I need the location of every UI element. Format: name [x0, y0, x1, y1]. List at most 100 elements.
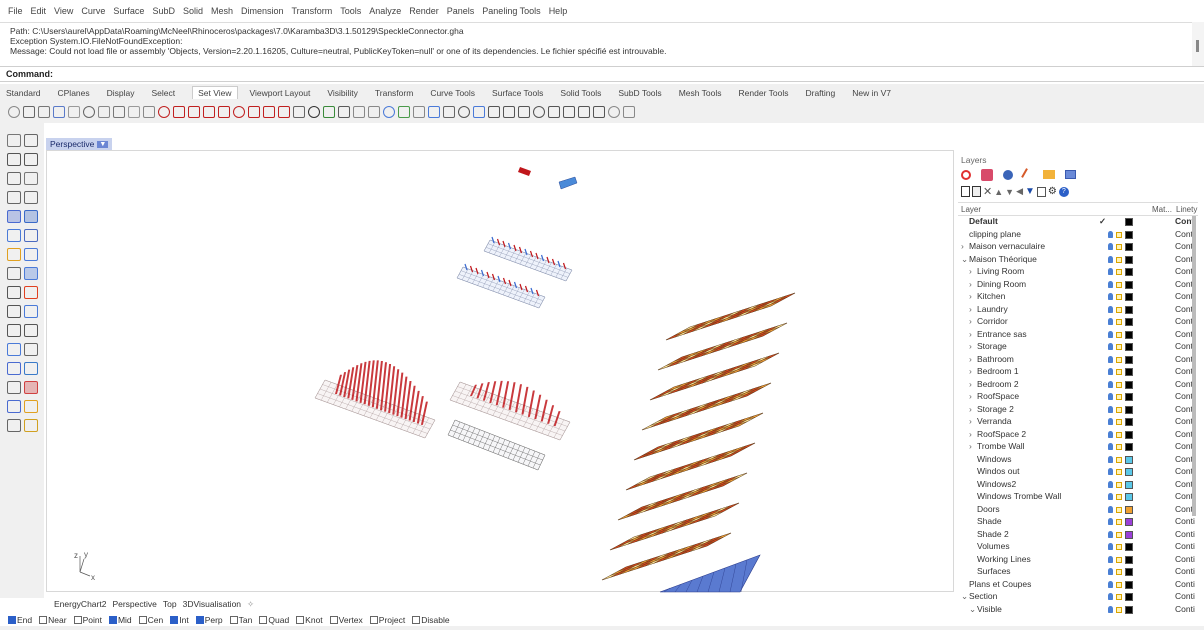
toolbar-tool-icon[interactable] — [38, 106, 50, 118]
chevron-right-icon[interactable]: › — [969, 329, 972, 339]
lightbulb-icon[interactable] — [1108, 330, 1113, 338]
osnap-cen[interactable]: Cen — [138, 615, 163, 625]
layer-color-swatch[interactable] — [1125, 593, 1133, 601]
lock-icon[interactable] — [1116, 306, 1122, 313]
layer-row[interactable]: Working Lines Conti — [958, 554, 1198, 567]
chevron-right-icon[interactable]: › — [969, 416, 972, 426]
move-parent-icon[interactable]: ◀ — [1016, 186, 1023, 197]
osnap-checkbox[interactable] — [170, 616, 179, 624]
layer-row[interactable]: Shade 2 Conti — [958, 529, 1198, 542]
lightbulb-icon[interactable] — [1108, 555, 1113, 563]
lock-icon[interactable] — [1116, 281, 1122, 288]
layer-color-swatch[interactable] — [1125, 555, 1133, 564]
toolbar-tool-icon[interactable] — [203, 106, 215, 118]
tab-mesh-tools[interactable]: Mesh Tools — [679, 88, 722, 98]
lightbulb-icon[interactable] — [1108, 280, 1113, 288]
menu-dimension[interactable]: Dimension — [241, 6, 284, 16]
left-tool-icon[interactable] — [7, 324, 21, 337]
layer-row[interactable]: › Living Room Conti — [958, 266, 1198, 279]
layer-row[interactable]: › Laundry Conti — [958, 304, 1198, 317]
layer-row[interactable]: › Bathroom Conti — [958, 354, 1198, 367]
layer-color-swatch[interactable] — [1125, 280, 1133, 289]
tab-drafting[interactable]: Drafting — [805, 88, 835, 98]
layer-row[interactable]: › Dining Room Conti — [958, 279, 1198, 292]
left-tool-icon[interactable] — [7, 343, 21, 356]
osnap-mid[interactable]: Mid — [108, 615, 132, 625]
layer-row[interactable]: › RoofSpace Conti — [958, 391, 1198, 404]
layer-color-swatch[interactable] — [1125, 468, 1133, 476]
toolbar-tool-icon[interactable] — [158, 106, 170, 118]
lock-icon[interactable] — [1116, 581, 1122, 588]
tab-surface-tools[interactable]: Surface Tools — [492, 88, 543, 98]
toolbar-tool-icon[interactable] — [548, 106, 560, 118]
viewport-tab-3dvisualisation[interactable]: 3DVisualisation — [183, 599, 241, 609]
left-tool-icon[interactable] — [7, 362, 21, 375]
tab-cplanes[interactable]: CPlanes — [58, 88, 90, 98]
menu-help[interactable]: Help — [549, 6, 568, 16]
layer-color-swatch[interactable] — [1125, 418, 1133, 426]
layer-color-swatch[interactable] — [1125, 493, 1133, 501]
left-tool-icon[interactable] — [7, 229, 21, 242]
tab-select[interactable]: Select — [152, 88, 176, 98]
toolbar-tool-icon[interactable] — [323, 106, 335, 118]
toolbar-tool-icon[interactable] — [338, 106, 350, 118]
lock-icon[interactable] — [1116, 381, 1122, 388]
viewport-tab-perspective[interactable]: Perspective — [112, 599, 156, 609]
folder-tab-icon[interactable] — [1043, 170, 1055, 179]
lock-icon[interactable] — [1116, 294, 1122, 300]
layer-row[interactable]: › Corridor Conti — [958, 316, 1198, 329]
layer-color-swatch[interactable] — [1125, 368, 1133, 376]
toolbar-tool-icon[interactable] — [293, 106, 305, 118]
left-tool-icon[interactable] — [7, 267, 21, 280]
toolbar-tool-icon[interactable] — [98, 106, 110, 118]
osnap-checkbox[interactable] — [39, 616, 48, 624]
lock-icon[interactable] — [1116, 244, 1122, 250]
menu-render[interactable]: Render — [409, 6, 439, 16]
layer-color-swatch[interactable] — [1125, 455, 1133, 464]
tab-set-view[interactable]: Set View — [192, 86, 238, 99]
left-tool-icon[interactable] — [7, 191, 21, 204]
layer-color-swatch[interactable] — [1125, 443, 1133, 451]
layer-row[interactable]: Shade Conti — [958, 516, 1198, 529]
lock-icon[interactable] — [1116, 506, 1122, 513]
layer-color-swatch[interactable] — [1125, 380, 1133, 389]
lightbulb-icon[interactable] — [1108, 393, 1113, 400]
menu-paneling-tools[interactable]: Paneling Tools — [482, 6, 540, 16]
toolbar-tool-icon[interactable] — [188, 106, 200, 118]
osnap-checkbox[interactable] — [329, 616, 338, 624]
osnap-checkbox[interactable] — [229, 616, 238, 624]
chevron-right-icon[interactable]: › — [969, 429, 972, 439]
lock-icon[interactable] — [1116, 494, 1122, 500]
layer-row[interactable]: Surfaces Conti — [958, 566, 1198, 579]
lock-icon[interactable] — [1116, 531, 1122, 538]
image-tab-icon[interactable] — [1065, 170, 1076, 179]
chevron-right-icon[interactable]: › — [969, 341, 972, 351]
osnap-checkbox[interactable] — [138, 616, 147, 624]
menu-curve[interactable]: Curve — [81, 6, 105, 16]
toolbar-tool-icon[interactable] — [443, 106, 455, 118]
layer-row[interactable]: ⌄ Section Conti — [958, 591, 1198, 604]
toolbar-tool-icon[interactable] — [53, 106, 65, 118]
toolbar-tool-icon[interactable] — [428, 106, 440, 118]
left-tool-icon[interactable] — [7, 400, 21, 413]
left-tool-icon[interactable] — [24, 267, 38, 280]
viewport-title[interactable]: Perspective ▼ — [46, 138, 113, 150]
toolbar-tool-icon[interactable] — [533, 106, 545, 118]
layer-row[interactable]: Plans et Coupes Conti — [958, 579, 1198, 592]
toolbar-tool-icon[interactable] — [263, 106, 275, 118]
toolbar-tool-icon[interactable] — [398, 106, 410, 118]
layer-row[interactable]: Windows Trombe Wall Conti — [958, 491, 1198, 504]
left-tool-icon[interactable] — [24, 419, 38, 432]
lock-icon[interactable] — [1116, 431, 1122, 438]
osnap-project[interactable]: Project — [369, 615, 405, 625]
lightbulb-icon[interactable] — [1108, 293, 1113, 300]
viewport-tab-top[interactable]: Top — [163, 599, 177, 609]
tab-solid-tools[interactable]: Solid Tools — [560, 88, 601, 98]
toolbar-tool-icon[interactable] — [458, 106, 470, 118]
layer-row[interactable]: › Bedroom 1 Conti — [958, 366, 1198, 379]
layer-row[interactable]: › Kitchen Conti — [958, 291, 1198, 304]
chevron-right-icon[interactable]: › — [969, 366, 972, 376]
toolbar-tool-icon[interactable] — [218, 106, 230, 118]
chevron-right-icon[interactable]: › — [969, 279, 972, 289]
osnap-knot[interactable]: Knot — [296, 615, 323, 625]
